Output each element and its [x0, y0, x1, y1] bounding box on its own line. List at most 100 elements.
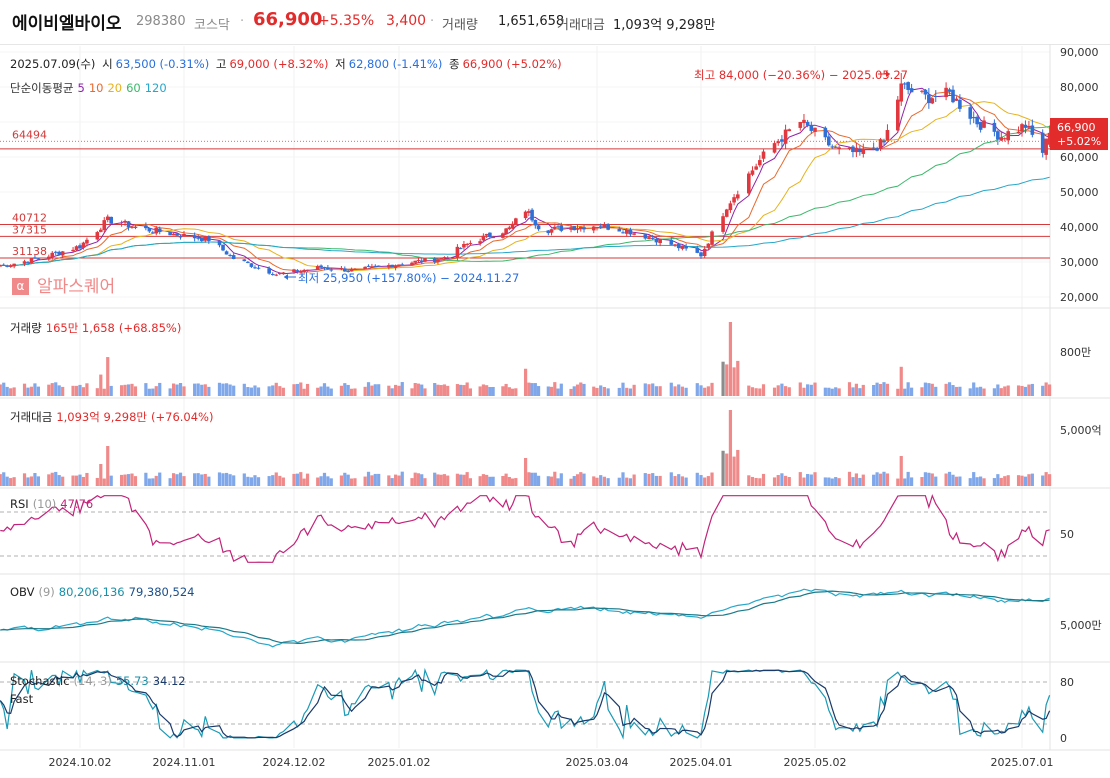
volume-bar [109, 385, 113, 396]
volume-bar [972, 382, 976, 396]
amount-bar [651, 473, 655, 486]
volume-bar [400, 382, 404, 396]
volume-bar [481, 384, 485, 396]
volume-bar [602, 386, 607, 396]
volume-bar [658, 386, 662, 396]
volume-bar [875, 382, 879, 396]
candle-body [326, 267, 330, 270]
amount-bar [147, 478, 151, 486]
candle-body [1040, 132, 1045, 153]
price-tag-pct: +5.02% [1057, 135, 1101, 148]
candle-body [1030, 125, 1035, 135]
volume-bar [847, 382, 852, 396]
volume-bar [305, 383, 310, 396]
candle-body [669, 240, 674, 245]
candle-body [721, 216, 725, 232]
amount-bar [758, 478, 762, 486]
amount-bar [481, 474, 485, 486]
candle-body [102, 220, 107, 231]
candle-body [530, 209, 534, 221]
amount-bar [1030, 473, 1034, 486]
candle-body [85, 239, 89, 244]
volume-bar [47, 384, 51, 396]
candle-body [1002, 138, 1007, 140]
candle-body [71, 249, 75, 252]
amount-bar [776, 475, 780, 486]
volume-bar [951, 385, 955, 396]
amount-bar [847, 471, 852, 486]
volume-bar [1048, 384, 1052, 396]
amount-bar [126, 474, 131, 486]
obv-title: OBV [10, 585, 35, 599]
candle-body [47, 256, 51, 260]
high-label: 고 [215, 57, 227, 71]
candle-body [878, 139, 883, 150]
candle-body [772, 143, 777, 153]
volume-bar [606, 388, 610, 396]
amount-bar [50, 472, 54, 486]
candle-body [559, 225, 564, 231]
candle-body [217, 240, 222, 246]
volume-axis-label: 800만 [1060, 346, 1091, 359]
amount-panel-pct: (+76.04%) [151, 410, 214, 424]
volume-bar [12, 387, 16, 396]
volume-bar [144, 383, 148, 396]
candle-body [621, 232, 625, 234]
amount-bar [47, 474, 51, 486]
amount-bar [410, 478, 414, 486]
candle-body [126, 221, 131, 228]
stock-chart[interactable]: 64494407123731531138 90,00080,00070,0006… [0, 0, 1110, 778]
volume-bar [50, 383, 54, 396]
amount-bar [837, 478, 841, 486]
rsi-param: (10) [32, 497, 57, 511]
price-axis-label: 20,000 [1060, 291, 1099, 304]
amount-bar [827, 477, 831, 486]
amount-bar [582, 473, 586, 486]
volume-bar [5, 386, 9, 396]
amount-bar [947, 471, 952, 486]
amount-bar [1006, 475, 1010, 486]
candle-body [847, 147, 852, 149]
volume-bar [133, 386, 138, 396]
amount-bar [436, 474, 440, 486]
volume-bar [1027, 384, 1031, 396]
candle-body [724, 209, 729, 217]
amount-bar [632, 474, 636, 486]
candle-body [99, 229, 103, 232]
amount-bar [416, 473, 421, 486]
candle-body [758, 160, 762, 166]
candle-body [1027, 125, 1031, 128]
volume-bar [553, 382, 557, 396]
volume-bar [267, 386, 271, 396]
candle-body [281, 272, 286, 274]
candle-body [292, 269, 296, 273]
amount-bar [511, 478, 515, 486]
candle-body [1, 264, 6, 266]
amount-bar [754, 477, 758, 486]
amount-bar [628, 478, 633, 486]
amount-axis-label: 5,000억 [1060, 424, 1102, 437]
amount-bar [274, 472, 278, 486]
candle-body [50, 252, 55, 258]
amount-bar [834, 477, 838, 486]
volume-bar [465, 382, 469, 396]
amount-bar [61, 476, 65, 486]
volume-bar [446, 385, 450, 396]
volume-bar [468, 388, 473, 396]
candle-body [370, 266, 374, 268]
candle-body [274, 274, 279, 276]
candle-body [373, 265, 378, 267]
amount-bar [394, 474, 398, 486]
amount-bar [575, 474, 580, 486]
volume-bar [582, 383, 586, 396]
volume-bar [436, 384, 440, 396]
candle-body [971, 117, 976, 119]
candle-body [902, 83, 907, 85]
volume-bar [572, 386, 576, 396]
obv-value-1: 80,206,136 [58, 585, 125, 599]
volume-bar [680, 386, 685, 396]
amount-bar [305, 473, 310, 486]
volume-bar [750, 387, 755, 396]
candle-body [168, 232, 172, 236]
stoch-axis-low: 0 [1060, 732, 1067, 745]
